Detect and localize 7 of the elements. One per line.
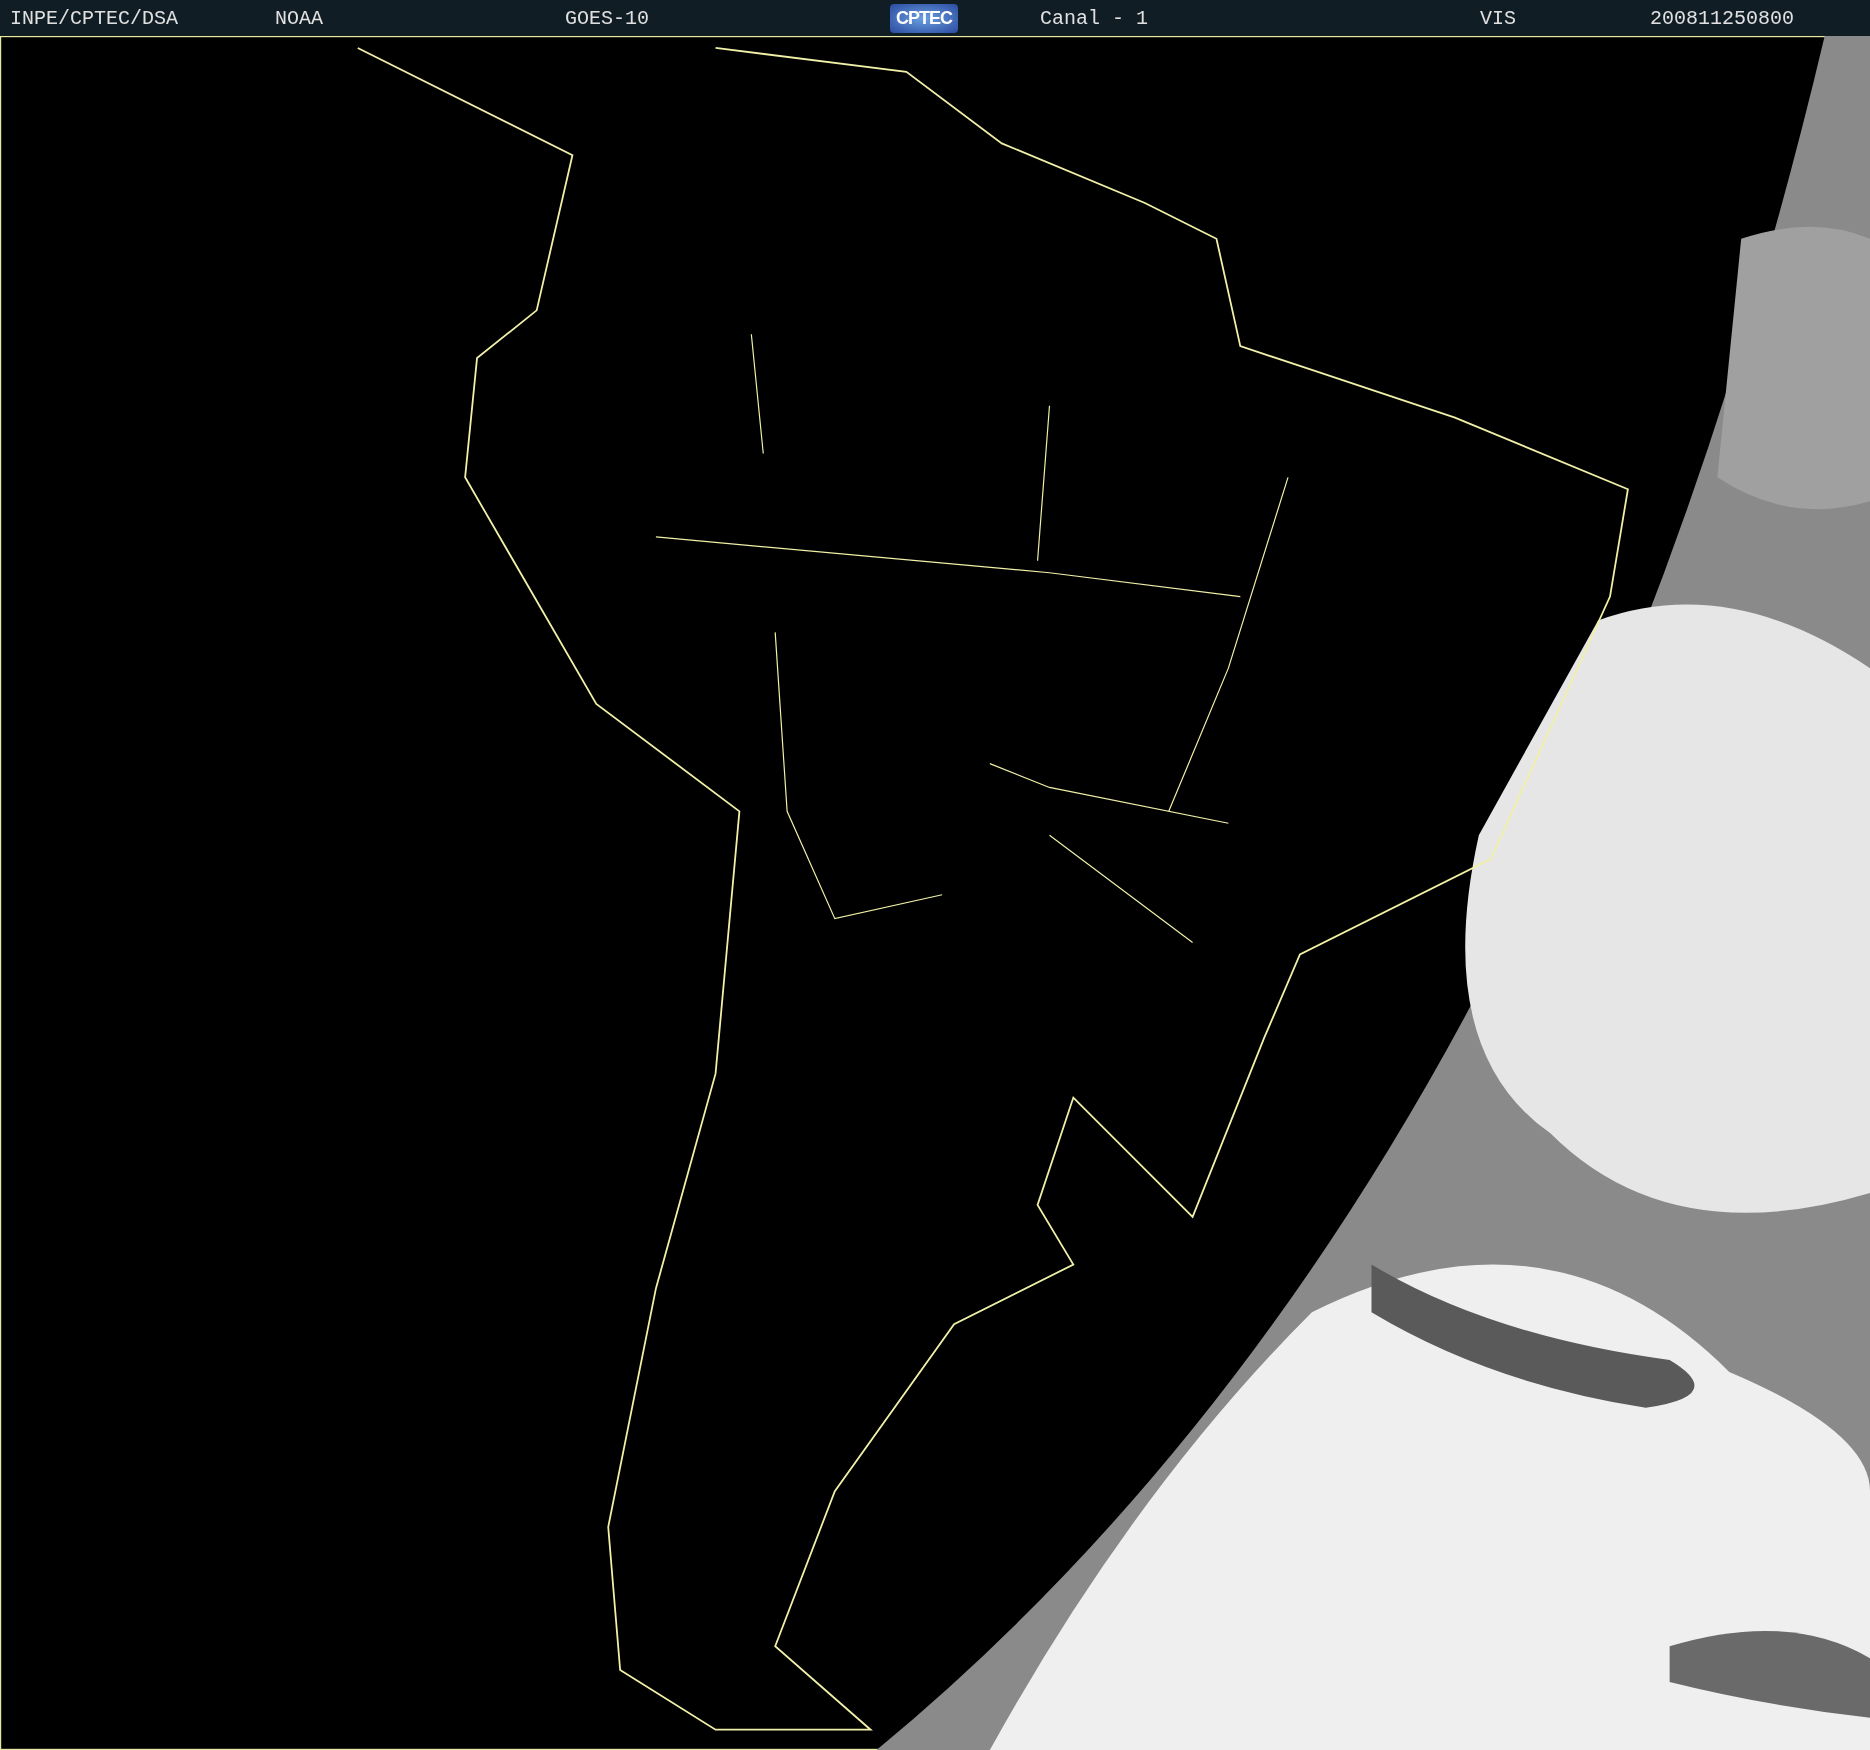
logo: CPTEC [890, 3, 958, 33]
header-label: Canal - 1 [1040, 6, 1149, 30]
header-label: 200811250800 [1650, 6, 1795, 30]
header-label: VIS [1480, 6, 1516, 30]
header-label: INPE/CPTEC/DSA [10, 6, 179, 30]
header-label: NOAA [275, 6, 323, 30]
header-label: GOES-10 [565, 6, 649, 30]
